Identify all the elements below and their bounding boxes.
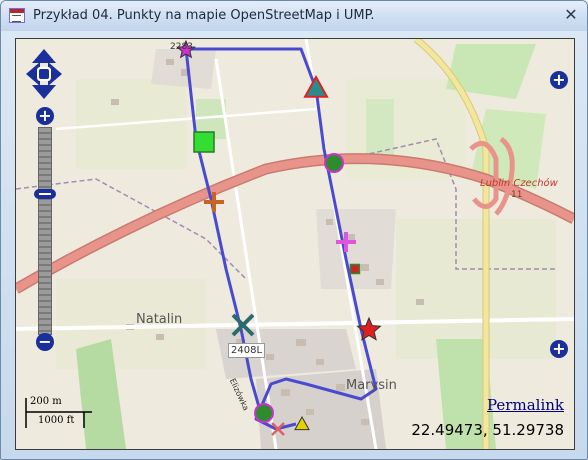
x-marker-teal[interactable] (231, 313, 255, 337)
zoom-slider-handle[interactable] (34, 188, 56, 199)
close-button[interactable]: ✕ (563, 7, 579, 23)
road-shield-main: 2408L (228, 343, 266, 358)
pan-arrows-icon[interactable] (26, 49, 62, 99)
title-bar[interactable]: Przykład 04. Punkty na mapie OpenStreetM… (1, 1, 587, 31)
scale-bar: 200 m 1000 ft (24, 396, 94, 430)
triangle-marker-yellow[interactable] (294, 415, 310, 431)
road-shield-top: 2283 (170, 42, 193, 52)
cross-marker-orange[interactable] (204, 192, 224, 212)
x-marker-pink[interactable] (271, 422, 285, 436)
zoom-in-button[interactable]: + (36, 107, 54, 125)
permalink-link[interactable]: Permalink (487, 396, 564, 414)
square-marker-green[interactable] (193, 131, 215, 153)
place-label-lublin: Lublin Czechów (480, 178, 558, 189)
circle-marker-bottom[interactable] (254, 403, 274, 423)
star-marker-red[interactable] (356, 316, 382, 341)
window-title: Przykład 04. Punkty na mapie OpenStreetM… (33, 8, 375, 23)
mouse-coordinates-readout: 22.49473, 51.29738 (411, 421, 564, 439)
place-label-marysin: Marysin (346, 378, 397, 393)
form-icon (9, 8, 25, 23)
marker-layer (176, 39, 382, 436)
triangle-marker-teal[interactable] (303, 74, 329, 98)
layer-switcher-button-bottom[interactable]: + (550, 340, 568, 358)
cross-marker-magenta[interactable] (336, 232, 356, 252)
exit-number-label: 11 (511, 190, 523, 200)
layer-switcher-button-top[interactable]: + (550, 71, 568, 89)
scale-imperial-label: 1000 ft (38, 415, 75, 426)
app-window: Przykład 04. Punkty na mapie OpenStreetM… (0, 0, 588, 460)
circle-marker-green[interactable] (324, 153, 344, 173)
zoom-bar[interactable] (38, 127, 52, 335)
zoom-out-button[interactable]: − (36, 333, 54, 351)
map-view[interactable]: Natalin Marysin Lublin Czechów 11 2408L … (15, 38, 575, 450)
scale-metric-label: 200 m (30, 396, 62, 407)
place-label-natalin: Natalin (136, 312, 183, 327)
square-marker-small[interactable] (349, 263, 361, 275)
